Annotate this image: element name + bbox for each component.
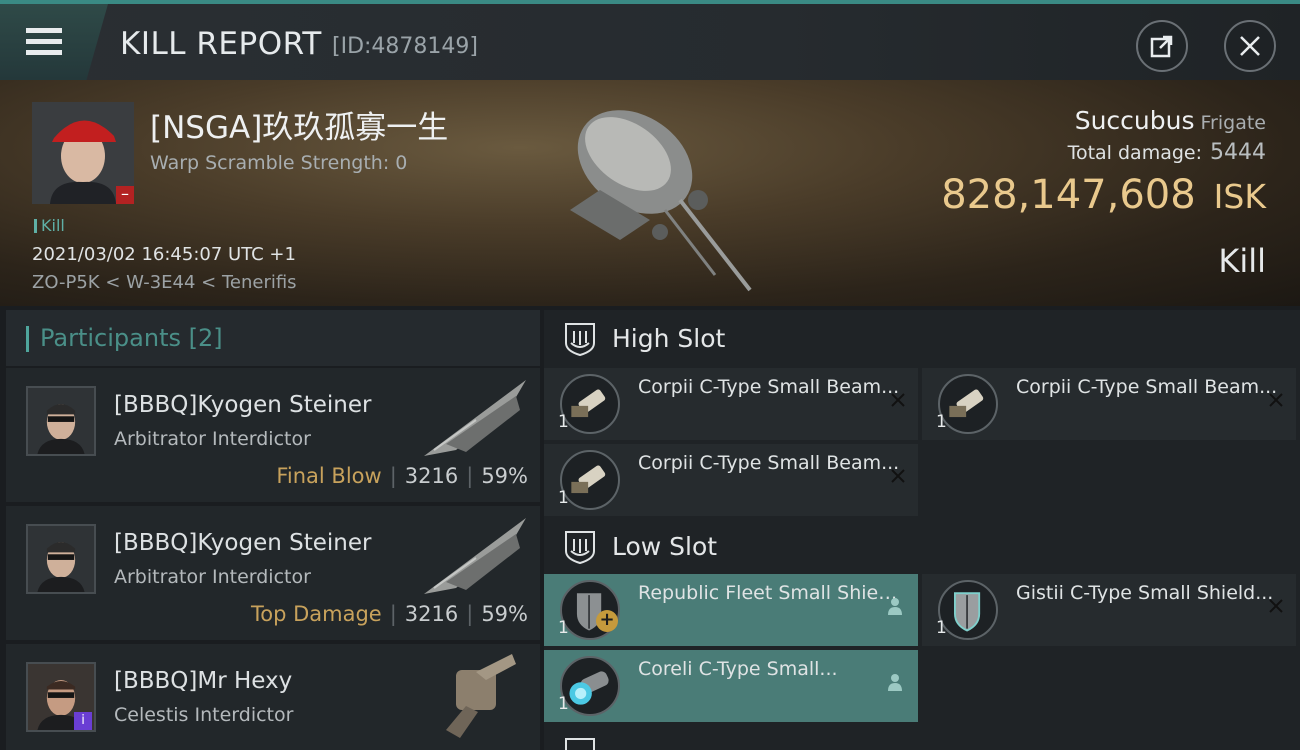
victim-banner: – [NSGA]玖玖孤寡一生 Warp Scramble Strength: 0… <box>0 80 1300 306</box>
high-slot-item[interactable]: 1 Corpii C-Type Small Beam... <box>922 368 1296 440</box>
participants-label: Participants <box>40 324 181 352</box>
total-damage-value: 5444 <box>1210 140 1266 165</box>
warp-scramble-strength: Warp Scramble Strength: 0 <box>150 152 408 174</box>
beam-laser-icon <box>560 450 620 510</box>
kill-tag: Kill <box>34 216 65 235</box>
booster-module-icon <box>560 656 620 716</box>
slot-icon <box>565 738 595 750</box>
hostile-badge: – <box>116 186 134 204</box>
item-name: Corpii C-Type Small Beam... <box>1016 376 1278 398</box>
participant-card[interactable]: [BBBQ]Kyogen Steiner Arbitrator Interdic… <box>6 368 540 502</box>
participant-name[interactable]: [BBBQ]Kyogen Steiner <box>114 392 371 418</box>
participant-name[interactable]: [BBBQ]Kyogen Steiner <box>114 530 371 556</box>
item-quantity: 1 <box>558 488 569 508</box>
total-damage-label: Total damage: <box>1067 142 1202 164</box>
share-button[interactable] <box>1136 20 1188 72</box>
item-name: Corpii C-Type Small Beam... <box>638 452 900 474</box>
shield-module-icon <box>938 580 998 640</box>
participant-name[interactable]: [BBBQ]Mr Hexy <box>114 668 292 694</box>
next-slot-header <box>544 730 1300 750</box>
high-slot-item[interactable]: 1 Corpii C-Type Small Beam... <box>544 444 918 516</box>
participant-percent: 59% <box>481 602 528 626</box>
participant-ship: Arbitrator Interdictor <box>114 566 311 588</box>
beam-laser-icon <box>938 374 998 434</box>
menu-button[interactable] <box>0 4 108 80</box>
participants-panel: Participants [2] [BBBQ]Kyogen Steiner Ar… <box>6 310 540 750</box>
dropped-icon <box>888 674 902 691</box>
participant-ship-image <box>424 380 526 456</box>
close-icon <box>1240 36 1260 56</box>
info-badge: i <box>74 712 92 730</box>
low-slot-item[interactable]: 1 Gistii C-Type Small Shield... <box>922 574 1296 646</box>
total-damage: Total damage: 5444 <box>1068 140 1266 165</box>
participant-avatar <box>26 386 96 456</box>
kill-timestamp: 2021/03/02 16:45:07 UTC +1 <box>32 244 296 265</box>
share-icon <box>1150 35 1173 58</box>
close-button[interactable] <box>1224 20 1276 72</box>
low-slot-label: Low Slot <box>612 532 718 561</box>
participant-percent: 59% <box>481 464 528 488</box>
item-quantity: 1 <box>558 618 569 638</box>
hamburger-icon <box>26 28 62 56</box>
victim-name[interactable]: [NSGA]玖玖孤寡一生 <box>150 102 448 147</box>
destroyed-icon <box>891 393 905 407</box>
high-slot-icon <box>565 323 595 357</box>
victim-ship-image[interactable] <box>540 90 780 300</box>
isk-amount: 828,147,608 <box>941 172 1196 218</box>
top-damage-tag: Top Damage <box>250 602 382 626</box>
item-name: Corpii C-Type Small Beam... <box>638 376 900 398</box>
low-slot-item[interactable]: 1 Coreli C-Type Small... <box>544 650 918 722</box>
victim-ship[interactable]: Succubus Frigate <box>1075 106 1266 135</box>
item-quantity: 1 <box>936 412 947 432</box>
item-name: Coreli C-Type Small... <box>638 658 838 680</box>
participant-card[interactable]: [BBBQ]Kyogen Steiner Arbitrator Interdic… <box>6 506 540 640</box>
low-slot-icon <box>565 531 595 565</box>
participant-damage: 3216 <box>404 464 459 488</box>
dropped-icon <box>888 598 902 615</box>
kill-type: Kill <box>1218 242 1266 280</box>
item-name: Republic Fleet Small Shield... <box>638 582 900 604</box>
participant-ship: Arbitrator Interdictor <box>114 428 311 450</box>
beam-laser-icon <box>560 374 620 434</box>
isk-value: 828,147,608 ISK <box>941 172 1266 218</box>
kill-id: [ID:4878149] <box>332 34 478 59</box>
participants-count: [2] <box>188 324 223 352</box>
low-slot-item[interactable]: + 1 Republic Fleet Small Shield... <box>544 574 918 646</box>
destroyed-icon <box>1269 393 1283 407</box>
participant-ship-image <box>424 518 526 594</box>
kill-location[interactable]: ZO-P5K < W-3E44 < Tenerifis <box>32 272 297 293</box>
final-blow-tag: Final Blow <box>276 464 382 488</box>
kill-tag-label: Kill <box>41 216 65 235</box>
ship-name: Succubus <box>1074 106 1195 135</box>
high-slot-item[interactable]: 1 Corpii C-Type Small Beam... <box>544 368 918 440</box>
destroyed-icon <box>1269 599 1283 613</box>
fitting-panel: High Slot 1 Corpii C-Type Small Beam... … <box>544 310 1300 750</box>
participant-ship: Celestis Interdictor <box>114 704 294 726</box>
header-bar: KILL REPORT [ID:4878149] <box>0 0 1300 80</box>
participant-ship-image <box>446 654 516 738</box>
participant-stats: Top Damage | 3216 | 59% <box>250 602 528 626</box>
add-icon: + <box>596 610 618 632</box>
item-quantity: 1 <box>558 412 569 432</box>
item-name: Gistii C-Type Small Shield... <box>1016 582 1274 604</box>
high-slot-label: High Slot <box>612 324 726 353</box>
participant-damage: 3216 <box>404 602 459 626</box>
high-slot-header: High Slot <box>544 310 1300 370</box>
participant-stats: Final Blow | 3216 | 59% <box>276 464 528 488</box>
isk-unit: ISK <box>1213 177 1266 216</box>
item-quantity: 1 <box>558 694 569 714</box>
item-quantity: 1 <box>936 618 947 638</box>
page-title: KILL REPORT <box>120 26 322 62</box>
participants-header[interactable]: Participants [2] <box>6 310 540 366</box>
ship-class: Frigate <box>1200 112 1266 134</box>
participant-avatar <box>26 524 96 594</box>
destroyed-icon <box>891 469 905 483</box>
participant-card[interactable]: i [BBBQ]Mr Hexy Celestis Interdictor <box>6 644 540 750</box>
low-slot-header: Low Slot <box>544 518 1300 578</box>
